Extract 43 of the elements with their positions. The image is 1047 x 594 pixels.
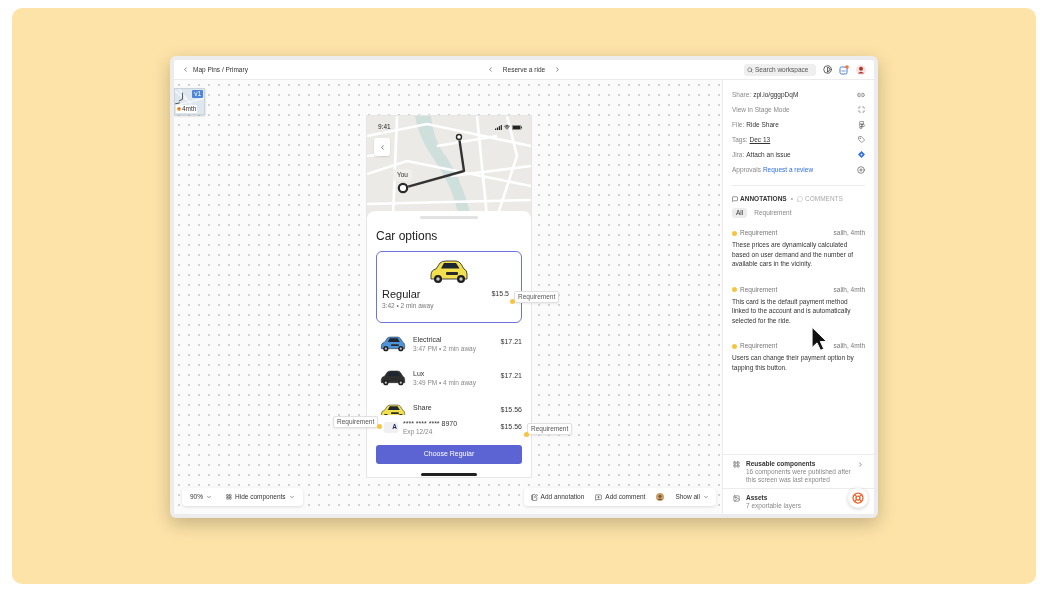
comment-icon [797, 196, 803, 202]
chevron-left-icon [182, 66, 189, 73]
route-line [407, 140, 466, 188]
notification-icon[interactable] [839, 64, 849, 75]
car-icon [380, 369, 406, 386]
signal-icon [495, 124, 502, 130]
car-icon [429, 258, 469, 284]
car-icon [380, 335, 406, 352]
chevron-right-icon [554, 66, 562, 73]
search-icon [747, 66, 753, 73]
annotation-icon [732, 196, 738, 202]
battery-icon [512, 124, 522, 130]
destination-icon [455, 133, 463, 141]
chevron-down-icon [206, 494, 212, 500]
wifi-icon [504, 124, 510, 130]
option-name: Regular [382, 288, 422, 301]
previous-screen-button[interactable] [486, 66, 494, 73]
contrast-icon[interactable] [823, 65, 832, 74]
sheet-title: Car options [376, 229, 439, 243]
components-icon [733, 461, 740, 468]
expand-icon [858, 106, 865, 113]
comment-icon [595, 493, 603, 501]
chevron-left-icon [486, 66, 494, 73]
logo-icon [859, 120, 865, 129]
chevron-down-icon [703, 494, 709, 500]
avatar-icon [177, 107, 181, 111]
location-pin-icon [397, 182, 409, 194]
notebook-icon [530, 493, 538, 501]
add-circle-icon [857, 165, 865, 174]
diamond-icon [858, 151, 865, 158]
chevron-down-icon [288, 494, 295, 500]
avatar-icon[interactable] [656, 493, 665, 501]
home-indicator [421, 473, 477, 476]
chevron-left-icon [378, 143, 386, 151]
lifebuoy-icon [852, 492, 864, 504]
avatar-icon[interactable] [856, 64, 866, 75]
mouse-cursor-icon [811, 326, 828, 352]
link-icon [857, 90, 865, 99]
image-icon [733, 495, 740, 502]
chevron-right-icon [857, 461, 864, 468]
tag-icon [858, 136, 865, 143]
components-icon [226, 494, 232, 500]
next-screen-button[interactable] [554, 66, 562, 73]
